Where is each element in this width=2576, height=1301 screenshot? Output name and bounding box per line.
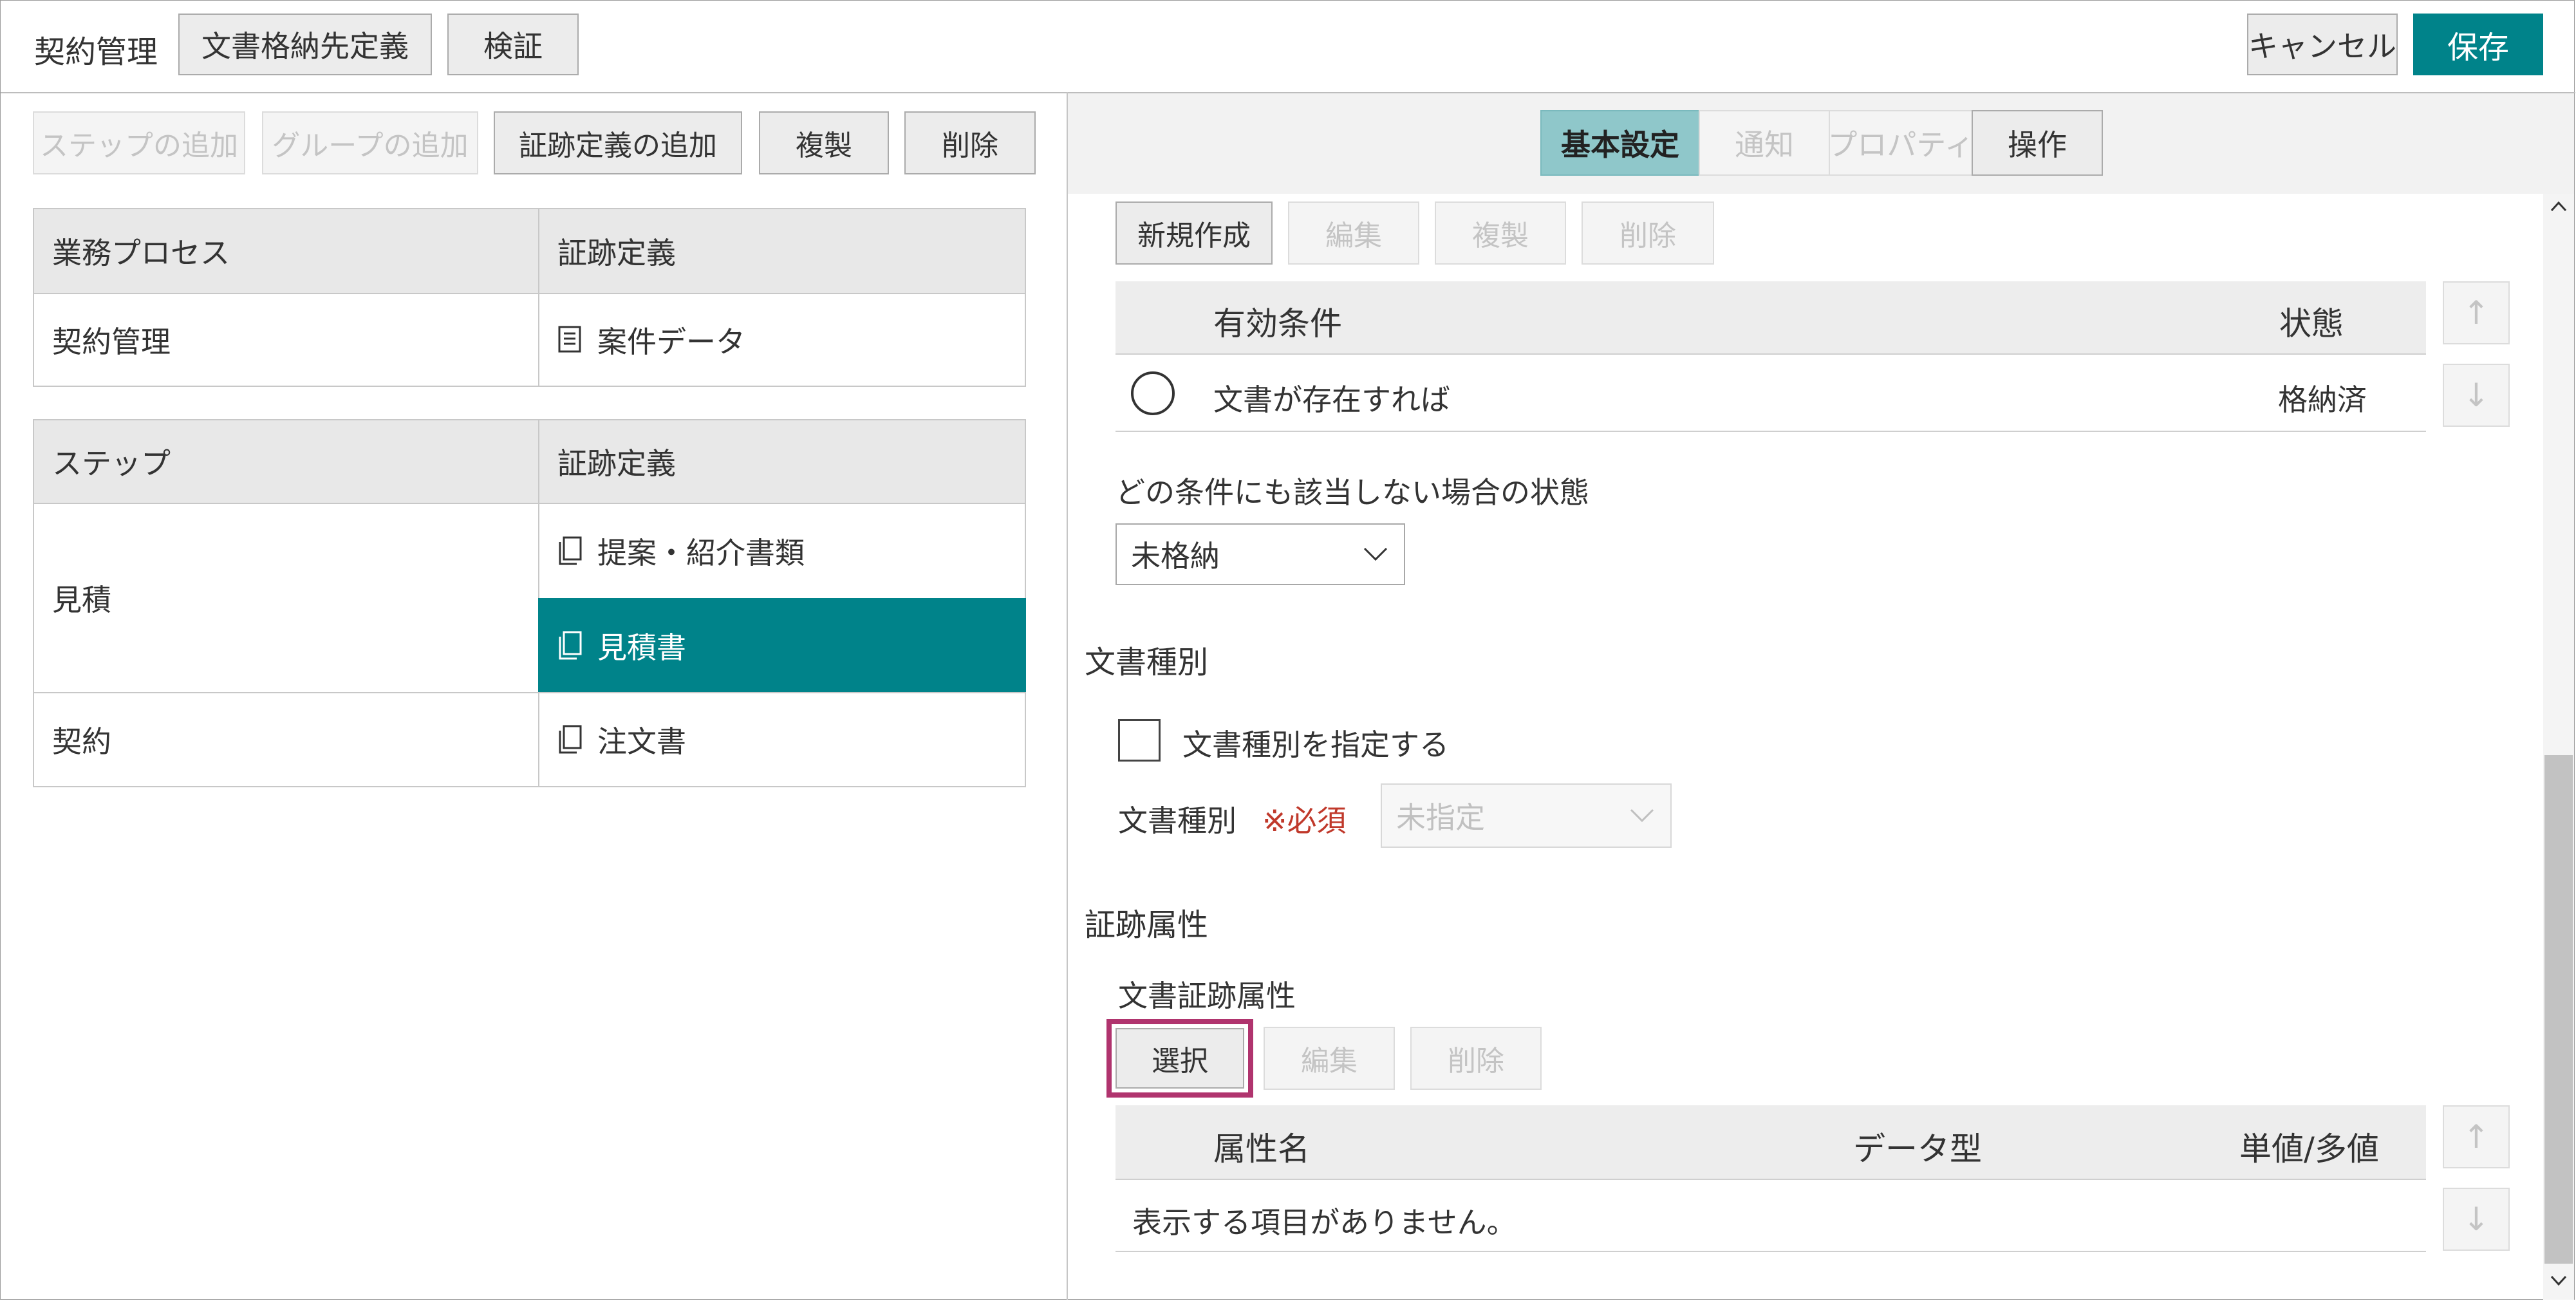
fallback-status-select[interactable]: 未格納: [1115, 523, 1405, 585]
doc-type-section-title: 文書種別: [1085, 644, 1209, 680]
step-cell-estimate[interactable]: 見積: [33, 503, 539, 693]
doc-type-checkbox[interactable]: [1118, 719, 1161, 762]
divider: [1115, 431, 2426, 432]
new-condition-button[interactable]: 新規作成: [1115, 201, 1273, 265]
process-cell[interactable]: 契約管理: [33, 293, 539, 387]
divider: [1115, 1179, 2426, 1180]
evidence-label: 注文書: [597, 724, 686, 759]
fallback-status-value: 未格納: [1131, 539, 1220, 574]
evidence-attr-section-title: 証跡属性: [1085, 907, 1209, 943]
evidence-label: 提案・紹介書類: [597, 536, 805, 570]
verify-button[interactable]: 検証: [447, 14, 579, 75]
tab-storage-definition[interactable]: 文書格納先定義: [178, 14, 432, 75]
doc-type-field-label: 文書種別: [1118, 803, 1237, 838]
required-mark: ※必須: [1262, 803, 1347, 838]
add-step-button[interactable]: ステップの追加: [33, 111, 245, 174]
add-group-button[interactable]: グループの追加: [262, 111, 478, 174]
pane-divider: [1067, 92, 1068, 1300]
process-header: 業務プロセス: [33, 208, 539, 294]
evidence-cell-estimate-selected[interactable]: 見積書: [538, 598, 1026, 693]
doc-type-checkbox-label[interactable]: 文書種別を指定する: [1182, 722, 1449, 764]
divider: [1115, 1251, 2426, 1252]
tab-operation[interactable]: 操作: [1972, 110, 2103, 176]
evidence-cell-case-data[interactable]: 案件データ: [538, 293, 1026, 387]
attribute-table-header: [1115, 1105, 2426, 1179]
data-type-column-header: データ型: [1853, 1130, 1982, 1168]
status-column-header: 状態: [2279, 305, 2344, 342]
attr-name-column-header: 属性名: [1213, 1130, 1310, 1168]
step-cell-contract[interactable]: 契約: [33, 692, 539, 787]
document-evidence-attr-label: 文書証跡属性: [1118, 978, 1296, 1013]
attr-move-up-button[interactable]: ↑: [2443, 1105, 2510, 1168]
copy-document-icon: [559, 631, 582, 660]
divider: [1115, 353, 2426, 355]
edit-attribute-button[interactable]: 編集: [1264, 1027, 1395, 1090]
evidence-label: 見積書: [597, 630, 686, 665]
list-document-icon: [558, 326, 581, 353]
copy-document-icon: [559, 725, 582, 754]
doc-type-select[interactable]: 未指定: [1381, 783, 1672, 848]
save-button[interactable]: 保存: [2413, 14, 2543, 75]
step-header: ステップ: [33, 419, 539, 504]
radio-button[interactable]: [1131, 371, 1175, 415]
evidence-cell-proposal[interactable]: 提案・紹介書類: [538, 503, 1026, 599]
doc-type-value: 未指定: [1396, 800, 1485, 835]
evidence-label: 案件データ: [597, 324, 745, 359]
tab-basic-settings[interactable]: 基本設定: [1540, 110, 1700, 176]
chevron-down-icon: [1363, 547, 1388, 561]
duplicate-condition-button[interactable]: 複製: [1435, 201, 1566, 265]
app-title: 契約管理: [34, 34, 158, 70]
add-evidence-definition-button[interactable]: 証跡定義の追加: [494, 111, 742, 174]
move-up-button[interactable]: ↑: [2443, 281, 2510, 344]
empty-message: 表示する項目がありません。: [1132, 1205, 1517, 1240]
chevron-down-icon: [1630, 809, 1654, 823]
delete-attribute-button[interactable]: 削除: [1410, 1027, 1542, 1090]
step-evidence-header: 証跡定義: [538, 419, 1026, 504]
condition-status: 格納済: [2278, 382, 2367, 417]
tab-properties[interactable]: プロパティ: [1827, 110, 1974, 176]
copy-document-icon: [559, 536, 582, 565]
edit-condition-button[interactable]: 編集: [1288, 201, 1419, 265]
evidence-header: 証跡定義: [538, 208, 1026, 294]
evidence-cell-order[interactable]: 注文書: [538, 692, 1026, 787]
scroll-down-icon[interactable]: [2550, 1274, 2568, 1287]
delete-condition-button[interactable]: 削除: [1582, 201, 1714, 265]
condition-text: 文書が存在すれば: [1213, 382, 1450, 417]
tab-notification[interactable]: 通知: [1699, 110, 1830, 176]
attr-move-down-button[interactable]: ↓: [2443, 1188, 2510, 1251]
move-down-button[interactable]: ↓: [2443, 364, 2510, 427]
condition-column-header: 有効条件: [1213, 305, 1342, 342]
app-window: 契約管理 文書格納先定義 検証 キャンセル 保存 ステップの追加 グループの追加…: [0, 0, 2575, 1300]
delete-button[interactable]: 削除: [904, 111, 1036, 174]
fallback-status-label: どの条件にも該当しない場合の状態: [1115, 475, 1589, 510]
scrollbar-thumb[interactable]: [2544, 755, 2573, 1264]
select-attribute-button[interactable]: 選択: [1115, 1028, 1244, 1089]
cancel-button[interactable]: キャンセル: [2247, 14, 2398, 75]
scroll-up-icon[interactable]: [2550, 200, 2568, 213]
multiplicity-column-header: 単値/多値: [2239, 1130, 2379, 1168]
duplicate-button[interactable]: 複製: [759, 111, 889, 174]
